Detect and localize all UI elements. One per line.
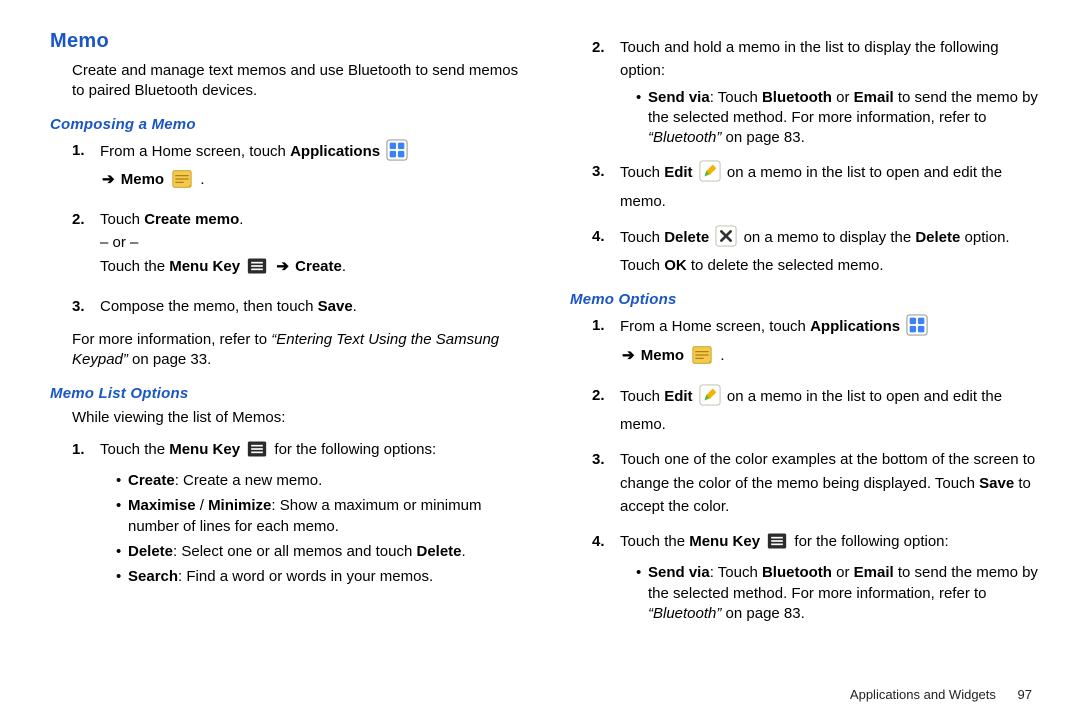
step: 2. Touch and hold a memo in the list to … (592, 36, 1040, 148)
delete-icon (715, 225, 737, 254)
heading-memo-options: Memo Options (570, 291, 1040, 308)
intro-text: Create and manage text memos and use Blu… (50, 61, 520, 102)
bullet: Delete: Select one or all memos and touc… (116, 542, 520, 562)
bullet: Send via: Touch Bluetooth or Email to se… (636, 563, 1040, 624)
applications-icon (906, 314, 928, 343)
bullet: Send via: Touch Bluetooth or Email to se… (636, 88, 1040, 149)
footer-section: Applications and Widgets (850, 687, 996, 702)
bullet: Maximise / Minimize: Show a maximum or m… (116, 496, 520, 537)
memo-icon (170, 169, 194, 196)
step: 2. Touch Edit on a memo in the list to o… (592, 384, 1040, 437)
step: 1. From a Home screen, touch Application… (72, 139, 520, 197)
step: 1. From a Home screen, touch Application… (592, 314, 1040, 372)
step: 3. Touch Edit on a memo in the list to o… (592, 160, 1040, 213)
heading-list-options: Memo List Options (50, 385, 520, 402)
bullet: Create: Create a new memo. (116, 471, 520, 491)
bullet: Search: Find a word or words in your mem… (116, 567, 520, 587)
heading-composing: Composing a Memo (50, 116, 520, 133)
page-number: 97 (1018, 687, 1032, 702)
list-intro: While viewing the list of Memos: (50, 408, 520, 428)
menu-key-icon (246, 256, 268, 283)
step: 4. Touch Delete on a memo to display the… (592, 225, 1040, 278)
edit-icon (699, 160, 721, 189)
step: 4. Touch the Menu Key for the following … (592, 530, 1040, 624)
step: 2. Touch Create memo. – or – Touch the M… (72, 208, 520, 283)
menu-key-icon (246, 439, 268, 466)
edit-icon (699, 384, 721, 413)
left-column: Memo Create and manage text memos and us… (50, 30, 520, 636)
step: 3. Compose the memo, then touch Save. (72, 295, 520, 318)
applications-icon (386, 139, 408, 168)
page-footer: Applications and Widgets 97 (850, 687, 1032, 702)
memo-icon (690, 345, 714, 372)
right-column: 2. Touch and hold a memo in the list to … (570, 30, 1040, 636)
step: 1. Touch the Menu Key for the following … (72, 438, 520, 588)
step: 3. Touch one of the color examples at th… (592, 448, 1040, 518)
more-info: For more information, refer to “Entering… (50, 330, 520, 371)
page-title: Memo (50, 30, 520, 53)
menu-key-icon (766, 531, 788, 558)
